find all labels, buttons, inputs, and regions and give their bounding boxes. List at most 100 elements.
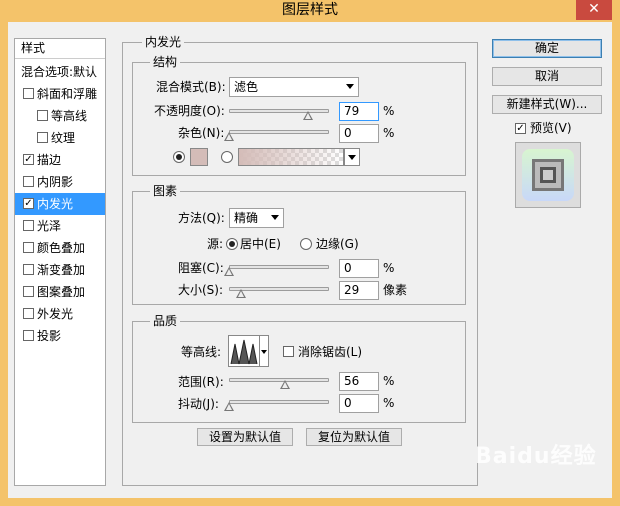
reset-default-button[interactable]: 复位为默认值 xyxy=(306,428,402,446)
style-item[interactable]: ✓ 内发光 xyxy=(15,193,105,215)
noise-input[interactable]: 0 xyxy=(339,124,379,143)
choke-slider[interactable] xyxy=(229,265,329,269)
opacity-input[interactable]: 79 xyxy=(339,102,379,121)
choke-unit: % xyxy=(383,261,395,275)
style-item-label: 颜色叠加 xyxy=(37,241,86,255)
window-title: 图层样式 xyxy=(282,2,338,18)
technique-select[interactable]: 精确 xyxy=(229,208,284,228)
style-item[interactable]: 图案叠加 xyxy=(15,281,105,303)
source-label: 源: xyxy=(207,237,224,251)
contour-dropdown[interactable] xyxy=(260,335,269,367)
styles-list: 样式 混合选项:默认 斜面和浮雕 等高线 纹理 ✓ 描边 内阴影 ✓ 内发光 光泽 颜色叠加 渐变叠… xyxy=(14,38,106,486)
source-center-radio[interactable] xyxy=(226,238,238,250)
style-item-checkbox[interactable] xyxy=(23,220,34,231)
window-border-left xyxy=(0,22,8,506)
contour-curve-icon xyxy=(229,336,259,366)
set-default-button[interactable]: 设置为默认值 xyxy=(197,428,293,446)
style-item-checkbox[interactable] xyxy=(23,264,34,275)
style-item[interactable]: 内阴影 xyxy=(15,171,105,193)
style-item-label: 投影 xyxy=(37,329,62,343)
chevron-down-icon xyxy=(346,84,354,89)
size-slider-thumb[interactable] xyxy=(236,289,246,298)
style-item-checkbox[interactable] xyxy=(23,176,34,187)
style-item-checkbox[interactable]: ✓ xyxy=(23,198,34,209)
jitter-slider[interactable] xyxy=(229,400,329,404)
style-item[interactable]: 外发光 xyxy=(15,303,105,325)
quality-title: 品质 xyxy=(150,314,181,328)
opacity-slider[interactable] xyxy=(229,109,329,113)
blend-options-item[interactable]: 混合选项:默认 xyxy=(15,61,105,83)
style-item-checkbox[interactable] xyxy=(23,286,34,297)
size-unit: 像素 xyxy=(383,283,408,297)
range-input[interactable]: 56 xyxy=(339,372,379,391)
style-item-label: 纹理 xyxy=(51,131,76,145)
noise-slider[interactable] xyxy=(229,130,329,134)
size-input[interactable]: 29 xyxy=(339,281,379,300)
opacity-unit: % xyxy=(383,104,395,118)
jitter-label: 抖动(J): xyxy=(178,397,219,411)
jitter-slider-thumb[interactable] xyxy=(224,402,234,411)
preview-inner-square xyxy=(540,167,556,183)
gradient-picker[interactable] xyxy=(238,148,344,166)
source-center-label[interactable]: 居中(E) xyxy=(240,236,281,252)
chevron-down-icon xyxy=(348,155,356,160)
antialias-checkbox[interactable] xyxy=(283,346,294,357)
elements-title: 图素 xyxy=(150,184,181,198)
source-edge-label[interactable]: 边缘(G) xyxy=(316,236,359,252)
noise-slider-thumb[interactable] xyxy=(224,132,234,141)
style-item-label: 描边 xyxy=(37,153,62,167)
size-label: 大小(S): xyxy=(178,283,224,297)
style-item[interactable]: 渐变叠加 xyxy=(15,259,105,281)
choke-slider-thumb[interactable] xyxy=(224,267,234,276)
preview-checkbox[interactable]: ✓ xyxy=(515,123,526,134)
style-item-checkbox[interactable] xyxy=(23,308,34,319)
choke-label: 阻塞(C): xyxy=(178,261,224,275)
technique-label: 方法(Q): xyxy=(178,211,225,225)
gradient-radio[interactable] xyxy=(221,151,233,163)
style-item[interactable]: 光泽 xyxy=(15,215,105,237)
style-item[interactable]: 颜色叠加 xyxy=(15,237,105,259)
style-item-checkbox[interactable]: ✓ xyxy=(23,154,34,165)
style-item[interactable]: 纹理 xyxy=(15,127,105,149)
style-item-checkbox[interactable] xyxy=(23,242,34,253)
blend-mode-select[interactable]: 滤色 xyxy=(229,77,359,97)
cancel-button[interactable]: 取消 xyxy=(492,67,602,86)
style-item-label: 光泽 xyxy=(37,219,62,233)
preview-thumbnail xyxy=(515,142,581,208)
range-slider-thumb[interactable] xyxy=(280,380,290,389)
style-item-checkbox[interactable] xyxy=(23,88,34,99)
jitter-input[interactable]: 0 xyxy=(339,394,379,413)
close-button[interactable]: ✕ xyxy=(576,0,612,20)
range-label: 范围(R): xyxy=(178,375,224,389)
source-edge-radio[interactable] xyxy=(300,238,312,250)
choke-input[interactable]: 0 xyxy=(339,259,379,278)
range-unit: % xyxy=(383,374,395,388)
range-slider[interactable] xyxy=(229,378,329,382)
contour-picker[interactable] xyxy=(228,335,260,367)
style-item[interactable]: 等高线 xyxy=(15,105,105,127)
ok-button[interactable]: 确定 xyxy=(492,39,602,58)
style-item[interactable]: 斜面和浮雕 xyxy=(15,83,105,105)
opacity-slider-thumb[interactable] xyxy=(303,111,313,120)
glow-color-swatch[interactable] xyxy=(190,148,208,166)
window-border-bottom xyxy=(0,498,620,506)
inner-glow-title: 内发光 xyxy=(142,35,185,49)
noise-label: 杂色(N): xyxy=(178,126,225,140)
window-border-right xyxy=(612,22,620,506)
preview-label[interactable]: 预览(V) xyxy=(530,120,572,136)
styles-header[interactable]: 样式 xyxy=(15,39,105,59)
style-item[interactable]: ✓ 描边 xyxy=(15,149,105,171)
style-item-checkbox[interactable] xyxy=(37,132,48,143)
gradient-dropdown[interactable] xyxy=(344,148,360,166)
style-item-label: 等高线 xyxy=(51,109,88,123)
chevron-down-icon xyxy=(261,350,267,354)
solid-color-radio[interactable] xyxy=(173,151,185,163)
style-item-checkbox[interactable] xyxy=(37,110,48,121)
new-style-button[interactable]: 新建样式(W)... xyxy=(492,95,602,114)
antialias-label[interactable]: 消除锯齿(L) xyxy=(298,344,362,360)
style-item-label: 外发光 xyxy=(37,307,74,321)
style-item[interactable]: 投影 xyxy=(15,325,105,347)
style-item-checkbox[interactable] xyxy=(23,330,34,341)
style-item-label: 斜面和浮雕 xyxy=(37,87,98,101)
chevron-down-icon xyxy=(271,215,279,220)
